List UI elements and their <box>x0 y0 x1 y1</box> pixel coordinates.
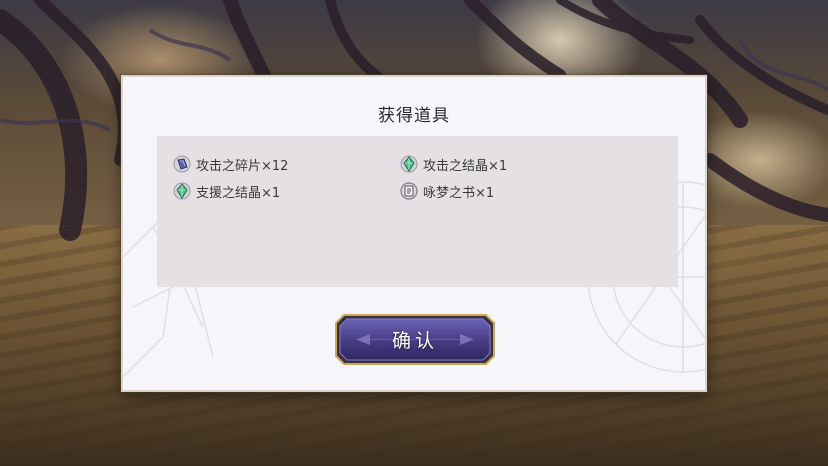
reward-item: 支援之结晶×1 <box>173 181 280 201</box>
item-reward-dialog: 获得道具 攻击之碎片×12 攻击之结晶×1 支援之结晶×1 咏梦之书×1 确认 <box>121 75 707 392</box>
reward-items-panel: 攻击之碎片×12 攻击之结晶×1 支援之结晶×1 咏梦之书×1 <box>157 136 678 287</box>
reward-item-label: 咏梦之书×1 <box>423 185 495 201</box>
confirm-button[interactable]: 确认 <box>334 313 496 366</box>
reward-item: 攻击之结晶×1 <box>400 154 507 174</box>
confirm-button-label: 确认 <box>391 330 438 352</box>
blue-shard-icon <box>173 155 191 173</box>
reward-item: 咏梦之书×1 <box>400 181 494 201</box>
green-crystal-icon <box>400 155 418 173</box>
reward-item: 攻击之碎片×12 <box>173 154 288 174</box>
reward-item-label: 支援之结晶×1 <box>196 185 281 201</box>
reward-item-label: 攻击之碎片×12 <box>196 158 289 174</box>
green-crystal-icon <box>173 182 191 200</box>
book-icon <box>400 182 418 200</box>
dialog-title: 获得道具 <box>378 106 450 126</box>
reward-item-label: 攻击之结晶×1 <box>423 158 508 174</box>
